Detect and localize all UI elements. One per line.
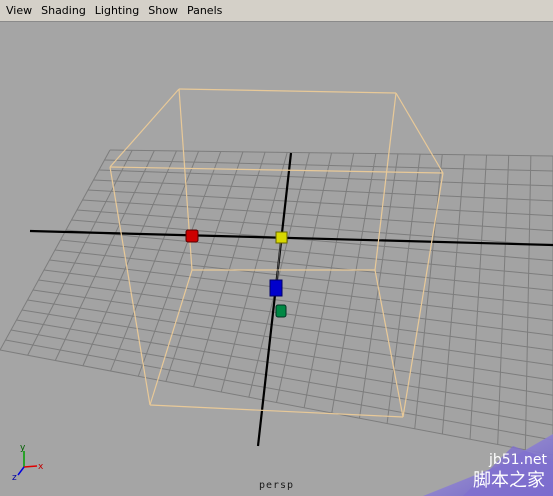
z-indicator-line xyxy=(17,466,25,476)
menu-view[interactable]: View xyxy=(0,0,36,22)
x-indicator-label: x xyxy=(38,462,44,472)
x-handle[interactable] xyxy=(185,229,199,243)
y-indicator-label: y xyxy=(20,443,26,453)
ground-grid xyxy=(0,149,553,456)
center-handle[interactable] xyxy=(275,231,288,244)
axis-indicator-icon: yxz xyxy=(12,443,44,483)
x-indicator-line xyxy=(23,465,38,468)
watermark-text: 脚本之家 xyxy=(473,470,545,491)
z-handle[interactable] xyxy=(269,279,283,297)
menu-show[interactable]: Show xyxy=(143,0,182,22)
scene-canvas[interactable]: yxz xyxy=(0,22,553,496)
bounding-box-edge xyxy=(178,88,397,94)
y-handle[interactable] xyxy=(275,304,287,318)
menu-panels[interactable]: Panels xyxy=(182,0,226,22)
perspective-viewport[interactable]: yxz persp xyxy=(0,22,553,496)
panel-menubar: View Shading Lighting Show Panels xyxy=(0,0,553,22)
menu-lighting[interactable]: Lighting xyxy=(90,0,143,22)
watermark: jb51.net 脚本之家 xyxy=(403,426,553,496)
menu-shading[interactable]: Shading xyxy=(36,0,90,22)
